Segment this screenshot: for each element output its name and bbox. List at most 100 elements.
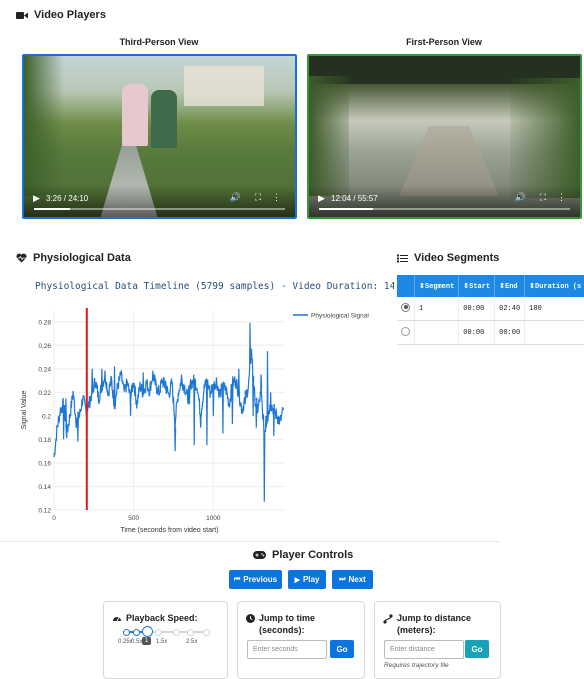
first-person-progress-bar[interactable] [319,208,570,210]
first-person-video-controls: ▶ 12:04 / 55:57 🔊 ⛶ ⋮ [309,185,580,217]
first-person-video-player[interactable]: ▶ 12:04 / 55:57 🔊 ⛶ ⋮ [307,54,582,219]
jump-to-time-title: Jump to time (seconds): [259,613,316,635]
skip-back-icon: ⏮ [233,575,241,583]
play-icon[interactable]: ▶ [33,193,40,204]
table-row[interactable]: 1 00:00 02:40 180 [397,297,584,321]
speed-tick-label: 2.5x [186,639,198,645]
next-button[interactable]: ⏭ Next [332,570,373,589]
next-button-label: Next [348,575,366,584]
video-segments-header: Video Segments [397,252,499,264]
playback-speed-card: Playback Speed: 0.25x 0.5x 1 1.5x 2.5x [103,601,228,679]
speed-tick[interactable] [155,629,162,636]
previous-button[interactable]: ⏮ Previous [229,570,282,589]
cell-end: 00:00 [494,320,526,345]
more-options-icon[interactable]: ⋮ [557,192,566,203]
speed-slider-handle[interactable] [142,626,153,637]
jump-seconds-input[interactable]: Enter seconds [247,640,327,659]
jump-distance-input[interactable]: Enter distance [384,640,464,659]
video-players-title: Video Players [34,9,106,21]
third-person-time: 3:26 / 24:10 [46,194,89,203]
fullscreen-icon[interactable]: ⛶ [255,192,261,203]
segments-table: ⇕Segment ⇕Start ⇕End ⇕Duration (s 1 00:0… [397,275,584,345]
segments-table-wrapper[interactable]: ⇕Segment ⇕Start ⇕End ⇕Duration (s 1 00:0… [397,275,584,345]
table-row[interactable]: 00:00 00:00 [397,320,584,345]
third-person-video-controls: ▶ 3:26 / 24:10 🔊 ⛶ ⋮ [24,185,295,217]
fullscreen-icon[interactable]: ⛶ [540,192,546,203]
third-person-view-title: Third-Person View [119,37,199,47]
more-options-icon[interactable]: ⋮ [272,192,281,203]
cell-start: 00:00 [458,320,496,345]
jump-to-time-card: Jump to time (seconds): Enter seconds Go [237,601,365,679]
previous-button-label: Previous [243,575,278,584]
player-controls-title: Player Controls [272,549,354,561]
jump-to-distance-title: Jump to distance (meters): [397,613,472,635]
chart-title: Physiological Data Timeline (5799 sample… [35,281,394,292]
speed-tick[interactable] [133,629,140,636]
speed-current-tooltip: 1 [142,637,152,645]
physiological-chart-svg[interactable]: Physiological Data Timeline (5799 sample… [0,270,424,540]
cell-duration [524,320,584,345]
play-icon: ▶ [294,576,300,584]
physiological-data-header: Physiological Data [16,252,131,264]
y-tick-label: 0.18 [38,437,51,444]
y-tick-label: 0.14 [38,484,51,491]
y-tick-label: 0.2 [42,413,51,420]
first-person-view-title: First-Person View [406,37,482,47]
legend-label: Physiological Signal [311,313,369,320]
y-axis-label: Signal Value [21,391,28,430]
y-tick-label: 0.28 [38,319,51,326]
y-tick-label: 0.26 [38,343,51,350]
section-divider [0,541,500,542]
playback-speed-title-row: Playback Speed: [112,612,198,624]
volume-icon[interactable]: 🔊 [230,192,241,203]
column-header-segment[interactable]: ⇕Segment [414,275,460,297]
speed-tick[interactable] [187,629,194,636]
skip-forward-icon: ⏭ [339,575,346,583]
jump-to-distance-title-row: Jump to distance (meters): [383,612,495,636]
list-icon [397,254,408,263]
jump-to-distance-card: Jump to distance (meters): Enter distanc… [374,601,501,679]
volume-icon[interactable]: 🔊 [515,192,526,203]
speed-tick-label: 1.5x [156,639,168,645]
x-tick-label: 0 [52,515,56,522]
speed-tick-label: 0.5x [131,639,143,645]
jump-time-go-button[interactable]: Go [330,640,354,658]
gauge-icon [112,614,122,622]
speed-tick-labels: 0.25x 0.5x 1 1.5x 2.5x [104,637,227,651]
row-select-radio[interactable] [397,320,415,345]
row-select-radio[interactable] [397,297,415,321]
y-tick-label: 0.22 [38,390,51,397]
play-icon[interactable]: ▶ [318,193,325,204]
third-person-video-player[interactable]: ▶ 3:26 / 24:10 🔊 ⛶ ⋮ [22,54,297,219]
first-person-progress-fill [319,208,374,210]
y-tick-label: 0.16 [38,460,51,467]
physiological-chart[interactable]: Physiological Data Timeline (5799 sample… [0,270,424,540]
speed-tick[interactable] [203,629,210,636]
video-players-header: Video Players [16,9,106,21]
segments-header-row: ⇕Segment ⇕Start ⇕End ⇕Duration (s [397,275,584,297]
cell-segment [414,320,460,345]
y-tick-label: 0.12 [38,508,51,515]
speed-tick[interactable] [173,629,180,636]
physiological-data-title: Physiological Data [33,252,131,264]
jump-distance-go-button[interactable]: Go [465,640,489,658]
play-button-label: Play [302,575,320,584]
cell-start: 00:00 [458,297,496,321]
column-header-end[interactable]: ⇕End [494,275,526,297]
select-column-header [397,275,415,297]
y-tick-label: 0.24 [38,366,51,373]
heart-pulse-icon [16,253,27,263]
column-header-start[interactable]: ⇕Start [458,275,496,297]
playback-speed-title: Playback Speed: [126,613,198,623]
play-button[interactable]: ▶ Play [288,570,326,589]
x-tick-label: 500 [128,515,139,522]
x-axis-label: Time (seconds from video start) [120,527,218,534]
gamepad-icon [253,551,266,559]
video-segments-title: Video Segments [414,252,500,264]
video-camera-icon [16,11,28,20]
third-person-progress-bar[interactable] [34,208,285,210]
cell-segment: 1 [414,297,460,321]
column-header-duration[interactable]: ⇕Duration (s [524,275,584,297]
speed-tick[interactable] [123,629,130,636]
x-tick-label: 1000 [206,515,221,522]
